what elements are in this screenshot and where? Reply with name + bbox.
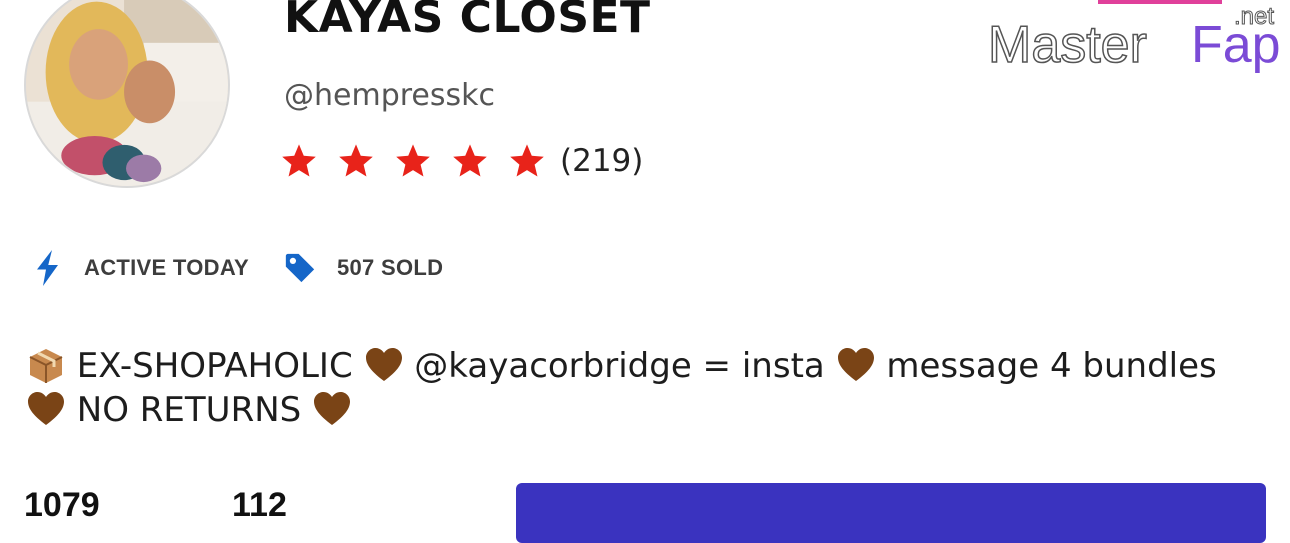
package-emoji — [29, 349, 63, 383]
star-icon — [396, 144, 430, 177]
lightning-icon — [37, 250, 58, 286]
star-icon — [282, 144, 316, 177]
rating-row[interactable]: (219) — [280, 142, 643, 180]
stat-value-2[interactable]: 112 — [232, 486, 287, 525]
active-status: ACTIVE TODAY — [84, 255, 249, 280]
price-tag-icon — [285, 253, 315, 283]
brown-heart-emoji — [365, 348, 402, 381]
shop-bio: EX-SHOPAHOLIC @kayacorbridge = insta mes… — [26, 344, 1266, 432]
star-icon — [510, 144, 544, 177]
seller-meta: ACTIVE TODAY 507 SOLD — [34, 250, 443, 286]
brown-heart-emoji — [837, 348, 874, 381]
shop-handle[interactable]: @hempresskc — [284, 78, 495, 113]
shop-name: KAYAS CLOSET — [284, 0, 651, 43]
brown-heart-emoji — [314, 392, 351, 425]
star-icon — [339, 144, 373, 177]
primary-action-button[interactable] — [516, 483, 1266, 543]
bio-text-2: @kayacorbridge = insta — [403, 346, 836, 386]
bio-text-1: EX-SHOPAHOLIC — [66, 346, 364, 386]
review-count: (219) — [560, 143, 644, 179]
watermark-text-left: Master — [988, 16, 1147, 74]
bio-text-4: NO RETURNS — [66, 390, 313, 430]
stat-value-1[interactable]: 1079 — [24, 486, 100, 525]
watermark-logo: Master Fap .net — [988, 0, 1281, 75]
avatar-photo — [26, 0, 228, 186]
sold-count: 507 SOLD — [336, 255, 444, 280]
star-icon — [453, 144, 487, 177]
bio-text-3: message 4 bundles — [875, 346, 1217, 386]
brown-heart-emoji — [28, 392, 64, 425]
profile-avatar[interactable] — [24, 0, 230, 188]
watermark-suffix: .net — [1234, 3, 1274, 30]
